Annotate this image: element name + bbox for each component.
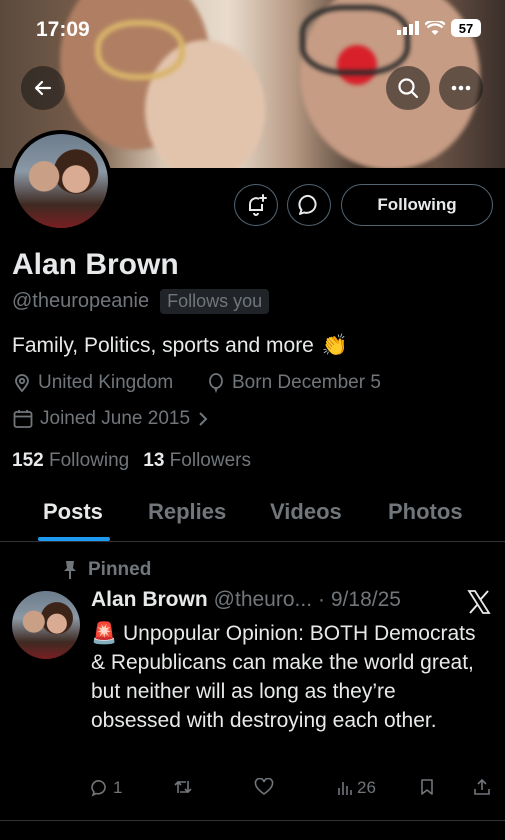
profile-birthday: Born December 5 (206, 372, 381, 394)
like-icon (254, 778, 274, 795)
profile-tabs: Posts Replies Videos Photos (0, 485, 505, 542)
post-author-name[interactable]: Alan Brown (91, 588, 208, 612)
post-date: · 9/18/25 (318, 588, 401, 611)
share-button[interactable] (473, 778, 491, 796)
message-button[interactable] (287, 184, 331, 226)
like-button[interactable] (254, 778, 274, 796)
bookmark-icon (421, 779, 433, 795)
pin-icon (64, 561, 76, 579)
message-bubble-icon (298, 194, 317, 215)
repost-button[interactable] (173, 778, 193, 796)
signal-icon (397, 21, 419, 35)
x-logo-icon (467, 590, 491, 614)
reply-count: 1 (113, 778, 123, 797)
rotating-light-emoji: 🚨 (91, 622, 118, 645)
profile-name: Alan Brown (12, 248, 179, 281)
profile-handle: @theuropeanie (12, 290, 150, 312)
pinned-label: Pinned (88, 559, 152, 580)
notification-bell-plus-icon (249, 194, 267, 216)
battery-indicator: 57 (451, 19, 481, 37)
notifications-button[interactable] (234, 184, 278, 226)
profile-location: United Kingdom (12, 372, 173, 394)
views-count: 26 (357, 778, 376, 797)
back-button[interactable] (21, 66, 65, 110)
birthday-text: Born December 5 (232, 372, 381, 393)
post-actions: 1 26 (91, 778, 491, 800)
reply-icon (91, 780, 106, 797)
clapping-hands-emoji: 👏 (321, 334, 349, 357)
wifi-icon (425, 20, 445, 35)
status-bar: 17:09 57 (0, 0, 505, 56)
post-author-avatar[interactable] (12, 591, 80, 659)
more-icon (451, 85, 471, 91)
post-author-handle[interactable]: @theuro... (214, 588, 312, 612)
post-divider (0, 820, 505, 821)
tab-photos[interactable]: Photos (388, 499, 463, 525)
follows-you-badge: Follows you (160, 289, 270, 314)
views-icon (338, 782, 352, 795)
joined-text: Joined June 2015 (40, 408, 191, 429)
share-icon (474, 778, 490, 795)
tab-replies[interactable]: Replies (148, 499, 226, 525)
pinned-indicator: Pinned (62, 559, 151, 581)
bookmark-button[interactable] (419, 778, 435, 796)
location-text: United Kingdom (38, 372, 174, 393)
bio-text: Family, Politics, sports and more (12, 334, 314, 357)
profile-avatar[interactable] (10, 130, 112, 232)
reply-button[interactable]: 1 (91, 778, 122, 798)
followers-count-link[interactable]: 13 Followers (143, 450, 251, 472)
follow-counts: 152 Following 13 Followers (12, 450, 251, 472)
balloon-icon (209, 373, 223, 393)
search-button[interactable] (386, 66, 430, 110)
profile-bio: Family, Politics, sports and more 👏 (12, 334, 348, 358)
search-icon (398, 78, 419, 99)
chevron-right-icon[interactable] (196, 411, 210, 427)
profile-joined: Joined June 2015 (12, 408, 210, 430)
following-button[interactable]: Following (341, 184, 493, 226)
post-text[interactable]: 🚨 Unpopular Opinion: BOTH Democrats & Re… (91, 619, 491, 735)
tab-videos[interactable]: Videos (270, 499, 342, 525)
post-header: Alan Brown @theuro... · 9/18/25 (91, 588, 401, 612)
post-body: Unpopular Opinion: BOTH Democrats & Repu… (91, 622, 476, 732)
tab-posts[interactable]: Posts (43, 499, 103, 525)
more-button[interactable] (439, 66, 483, 110)
calendar-icon (13, 410, 33, 428)
location-pin-icon (15, 374, 29, 393)
active-tab-indicator (38, 537, 110, 541)
back-arrow-icon (34, 80, 52, 96)
views-button[interactable]: 26 (337, 778, 376, 798)
repost-icon (174, 780, 192, 794)
status-time: 17:09 (36, 18, 90, 41)
following-count-link[interactable]: 152 Following (12, 450, 129, 472)
